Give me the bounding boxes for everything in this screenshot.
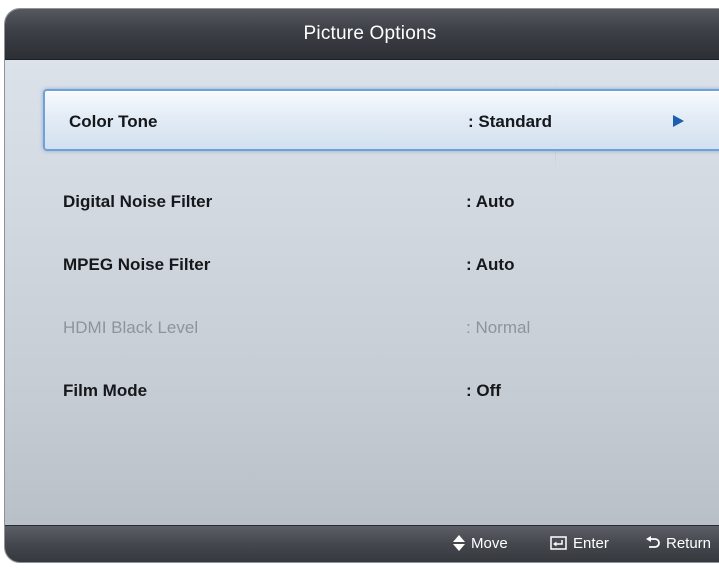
menu-item-value: : Off <box>466 381 501 400</box>
dialog-title: Picture Options <box>303 23 437 44</box>
move-hint: Move <box>453 526 508 562</box>
return-arrow-icon <box>646 536 660 548</box>
move-hint-label: Move <box>471 535 508 552</box>
menu-item-value: : Auto <box>466 255 515 274</box>
menu-item-value: : Normal <box>466 318 531 337</box>
return-hint-label: Return <box>666 535 712 552</box>
menu-item-label: Digital Noise Filter <box>63 192 213 211</box>
menu-item-value: : Auto <box>466 192 515 211</box>
enter-icon <box>550 536 567 550</box>
menu-item-film-mode[interactable]: Film Mode : Off <box>29 360 709 422</box>
menu-item-digital-noise-filter[interactable]: Digital Noise Filter : Auto <box>29 171 709 233</box>
enter-hint-label: Enter <box>573 535 609 552</box>
menu-item-color-tone[interactable]: Color Tone : Standard <box>43 89 719 151</box>
title-bar: Picture Options <box>5 9 719 60</box>
menu-item-mpeg-noise-filter[interactable]: MPEG Noise Filter : Auto <box>29 234 709 296</box>
menu-item-hdmi-black-level: HDMI Black Level : Normal <box>29 297 709 359</box>
right-triangle-icon <box>673 115 684 127</box>
menu-item-label: HDMI Black Level <box>63 318 199 337</box>
menu-item-label: MPEG Noise Filter <box>63 255 211 274</box>
footer-hint-bar: Move Enter Return <box>5 525 719 562</box>
picture-options-dialog: Picture Options Color Tone : Standard Di… <box>4 8 719 563</box>
enter-hint: Enter <box>550 526 609 562</box>
menu-item-label: Film Mode <box>63 381 148 400</box>
return-hint: Return <box>646 526 711 562</box>
menu-item-value: : Standard <box>468 112 553 131</box>
up-down-arrows-icon <box>453 535 465 552</box>
menu-item-label: Color Tone <box>69 112 158 131</box>
